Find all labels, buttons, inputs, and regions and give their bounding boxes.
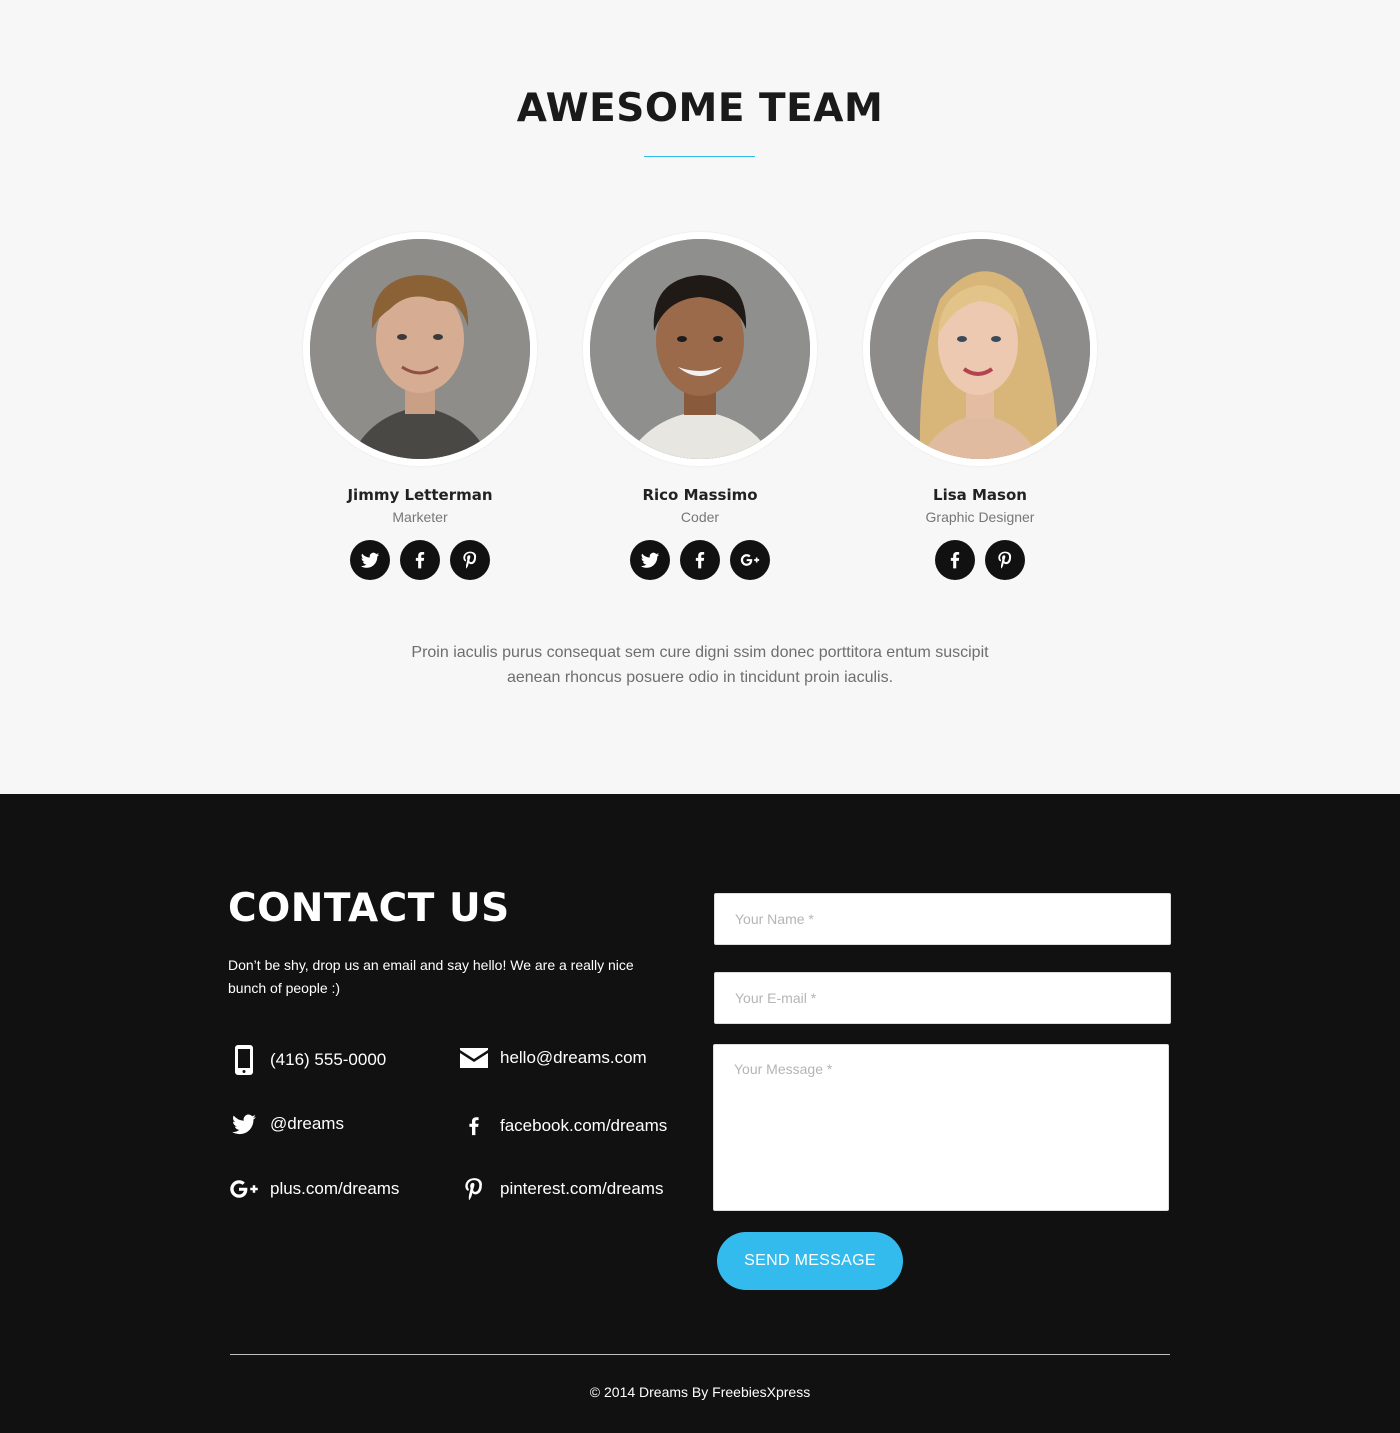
phone-number[interactable]: (416) 555-0000 [270, 1050, 386, 1070]
facebook-icon [458, 1110, 490, 1142]
team-member-card: Jimmy Letterman Marketer [300, 232, 540, 580]
phone-icon [228, 1044, 260, 1076]
contact-section: CONTACT US Don’t be shy, drop us an emai… [0, 794, 1400, 1433]
avatar [583, 232, 817, 466]
twitter-icon[interactable] [630, 540, 670, 580]
team-section: AWESOME TEAM Jimmy Letterman Marketer Ri… [0, 0, 1400, 794]
facebook-icon[interactable] [935, 540, 975, 580]
twitter-handle[interactable]: @dreams [270, 1114, 344, 1134]
twitter-icon [228, 1108, 260, 1140]
email-field[interactable] [714, 972, 1171, 1024]
avatar [303, 232, 537, 466]
facebook-link[interactable]: facebook.com/dreams [500, 1116, 667, 1136]
member-role: Coder [680, 509, 720, 525]
team-description: Proin iaculis purus consequat sem cure d… [411, 644, 989, 686]
google-plus-link[interactable]: plus.com/dreams [270, 1179, 399, 1199]
send-message-button[interactable]: SEND MESSAGE [717, 1232, 903, 1290]
twitter-icon[interactable] [350, 540, 390, 580]
google-plus-icon [228, 1173, 260, 1205]
pinterest-link[interactable]: pinterest.com/dreams [500, 1179, 663, 1199]
contact-facebook: facebook.com/dreams [458, 1110, 667, 1142]
avatar [863, 232, 1097, 466]
team-member-card: Rico Massimo Coder [580, 232, 820, 580]
pinterest-icon[interactable] [450, 540, 490, 580]
avatar-image [590, 239, 810, 459]
copyright-text: © 2014 Dreams By FreebiesXpress [589, 1384, 811, 1400]
avatar-image [310, 239, 530, 459]
avatar-image [870, 239, 1090, 459]
member-socials [300, 540, 540, 580]
email-address[interactable]: hello@dreams.com [500, 1048, 647, 1068]
member-name: Lisa Mason [933, 486, 1027, 504]
pinterest-icon [458, 1173, 490, 1205]
avatar-photo [310, 239, 530, 459]
member-name: Rico Massimo [642, 486, 758, 504]
member-name: Jimmy Letterman [347, 486, 493, 504]
contact-google-plus: plus.com/dreams [228, 1173, 399, 1205]
footer-divider [230, 1354, 1170, 1355]
contact-phone: (416) 555-0000 [228, 1044, 386, 1076]
team-member-card: Lisa Mason Graphic Designer [860, 232, 1100, 580]
contact-intro: Don’t be shy, drop us an email and say h… [228, 957, 634, 996]
avatar-photo [590, 239, 810, 459]
member-role: Marketer [392, 509, 448, 525]
avatar-photo [870, 239, 1090, 459]
member-role: Graphic Designer [925, 509, 1035, 525]
envelope-icon [458, 1042, 490, 1074]
title-divider [644, 156, 755, 157]
facebook-icon[interactable] [680, 540, 720, 580]
pinterest-icon[interactable] [985, 540, 1025, 580]
contact-twitter: @dreams [228, 1108, 344, 1140]
contact-title: CONTACT US [228, 886, 510, 931]
contact-pinterest: pinterest.com/dreams [458, 1173, 663, 1205]
message-field[interactable] [713, 1044, 1169, 1211]
name-field[interactable] [714, 893, 1171, 945]
member-socials [860, 540, 1100, 580]
facebook-icon[interactable] [400, 540, 440, 580]
contact-email: hello@dreams.com [458, 1042, 647, 1074]
google-plus-icon[interactable] [730, 540, 770, 580]
team-title: AWESOME TEAM [516, 86, 884, 131]
member-socials [580, 540, 820, 580]
